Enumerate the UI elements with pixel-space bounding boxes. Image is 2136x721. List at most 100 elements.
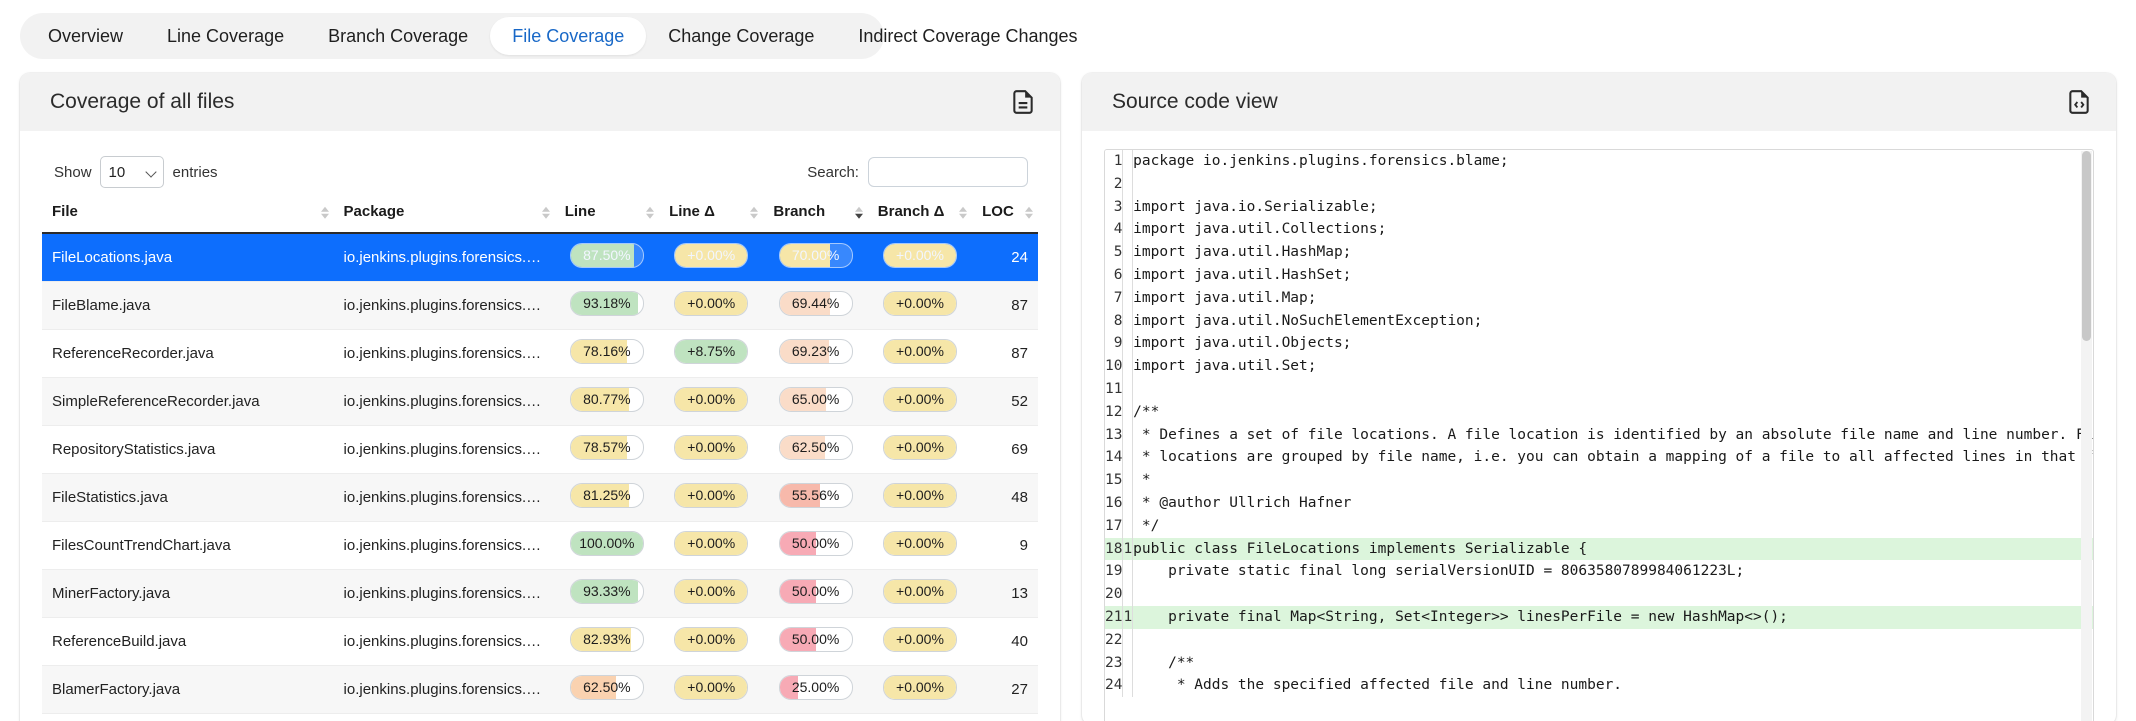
file-text-icon[interactable] (1010, 89, 1036, 115)
page-title: Coverage of all files (50, 90, 235, 113)
code-line-text: private final Map<String, Set<Integer>> … (1132, 605, 2093, 629)
cell-branch-delta: +0.00% (867, 665, 973, 714)
column-header-file[interactable]: File (42, 195, 334, 234)
branch-delta-badge-value: +0.00% (896, 631, 944, 647)
cell-package: io.jenkins.plugins.forensics.miner (333, 473, 555, 522)
code-line: 24 * Adds the specified affected file an… (1104, 674, 2093, 698)
branch-delta-badge: +0.00% (882, 243, 957, 268)
branch-delta-badge: +0.00% (882, 339, 957, 364)
branch-coverage-badge: 65.00% (778, 387, 853, 412)
code-line: 10 import java.util.Set; (1104, 355, 2093, 378)
code-line: 18 1 public class FileLocations implements… (1104, 537, 2093, 561)
code-line-number: 20 (1104, 583, 1124, 606)
line-coverage-badge: 82.93% (569, 627, 644, 652)
code-line-number: 21 (1104, 605, 1124, 629)
file-code-icon[interactable] (2066, 89, 2092, 115)
cell-file: FileLocations.java (42, 233, 334, 282)
coverage-table-card: Coverage of all files Show 10 entries Se… (20, 73, 1060, 721)
code-line-text: import java.util.Set; (1133, 358, 1317, 375)
code-scrollbar[interactable] (2081, 151, 2092, 721)
tab-line-coverage[interactable]: Line Coverage (145, 17, 306, 55)
branch-delta-badge: +0.00% (882, 291, 957, 316)
branch-delta-badge: +0.00% (882, 675, 957, 700)
sort-indicator-icon (541, 206, 551, 219)
cell-package: io.jenkins.plugins.forensics.blame (333, 281, 555, 330)
cell-branch-delta: +0.00% (867, 617, 973, 666)
table-row[interactable]: FileBlame.java io.jenkins.plugins.forensi… (42, 281, 1038, 330)
cell-file: BlamerFactory.java (42, 665, 334, 714)
line-delta-badge: +0.00% (674, 291, 749, 316)
line-coverage-badge-value: 78.16% (583, 343, 631, 359)
cell-line: 78.57% (554, 425, 660, 474)
code-line-hits (1122, 651, 1134, 675)
tab-file-coverage[interactable]: File Coverage (490, 17, 647, 55)
branch-delta-badge: +0.00% (882, 531, 957, 556)
code-line: 4 import java.util.Collections; (1104, 218, 2093, 242)
entries-select[interactable]: 10 (99, 156, 164, 188)
table-row[interactable]: ReferenceRecorder.java io.jenkins.plugins… (42, 329, 1038, 378)
code-line-text (1133, 173, 2093, 196)
code-line-hits (1122, 172, 1134, 196)
code-line-hits (1122, 332, 1134, 356)
table-row[interactable]: RepositoryStatistics.java io.jenkins.plug… (42, 425, 1038, 474)
column-header-branch[interactable]: Branch Δ (867, 195, 973, 234)
tab-branch-coverage[interactable]: Branch Coverage (306, 17, 490, 55)
tab-indirect-coverage-changes[interactable]: Indirect Coverage Changes (836, 17, 1099, 55)
column-header-label: File (52, 203, 78, 220)
cell-branch-delta: +0.00% (867, 233, 973, 282)
tabbar-container: Overview Line Coverage Branch Coverage File… (0, 0, 2136, 59)
code-line-text (1133, 629, 2093, 652)
branch-delta-badge-value: +0.00% (896, 343, 944, 359)
column-header-label: Line (564, 203, 596, 220)
search-input[interactable] (867, 157, 1028, 187)
cell-branch: 62.50% (763, 425, 868, 474)
code-line-hits (1122, 469, 1134, 492)
code-line: 5 import java.util.HashMap; (1104, 241, 2093, 264)
column-header-loc[interactable]: LOC (972, 195, 1038, 234)
source-view-title: Source code view (1111, 90, 1278, 113)
code-line-text: import java.io.Serializable; (1133, 198, 1378, 215)
table-row[interactable]: MinerFactory.java io.jenkins.plugins.fore… (42, 569, 1038, 618)
cell-file: SimpleReferenceRecorder.java (42, 377, 334, 426)
source-view-card: Source code view 1 package io.jenkins.plu… (1081, 73, 2116, 721)
code-line-hits (1122, 241, 1134, 264)
cell-line: 93.33% (554, 569, 660, 618)
cell-file: FileBlame.java (42, 281, 334, 330)
table-row[interactable]: SimpleReferenceRecorder.java io.jenkins.p… (42, 377, 1038, 426)
line-coverage-badge-value: 93.18% (583, 295, 631, 311)
branch-delta-badge: +0.00% (882, 627, 957, 652)
line-coverage-badge-value: 87.50% (583, 247, 631, 263)
code-line-hits (1122, 218, 1134, 242)
column-header-label: LOC (982, 203, 1014, 220)
table-row[interactable]: FileLocations.java io.jenkins.plugins.for… (42, 233, 1038, 282)
code-line: 12 /** (1104, 400, 2093, 424)
table-row[interactable]: BlamerFactory.java io.jenkins.plugins.for… (42, 665, 1038, 714)
coverage-table: File Package Line Line Δ Branch Branch Δ LOC F… (42, 195, 1038, 714)
code-line: 2 (1104, 172, 2093, 196)
tab-overview[interactable]: Overview (26, 17, 145, 55)
code-line-text (1133, 583, 2093, 606)
code-line: 15 * (1104, 469, 2093, 492)
code-line: 3 import java.io.Serializable; (1104, 195, 2093, 219)
table-header-row: File Package Line Line Δ Branch Branch Δ LOC (42, 195, 1038, 234)
column-header-line[interactable]: Line (554, 195, 660, 234)
table-row[interactable]: ReferenceBuild.java io.jenkins.plugins.fo… (42, 617, 1038, 666)
code-line-number: 6 (1104, 263, 1124, 287)
line-delta-badge: +0.00% (674, 483, 749, 508)
cell-package: io.jenkins.plugins.forensics.blame (333, 665, 555, 714)
table-row[interactable]: FileStatistics.java io.jenkins.plugins.fo… (42, 473, 1038, 522)
cell-branch: 69.44% (763, 281, 868, 330)
column-header-branch[interactable]: Branch (763, 195, 868, 234)
table-row[interactable]: FilesCountTrendChart.java io.jenkins.plug… (42, 521, 1038, 570)
code-line-hits (1122, 286, 1134, 310)
cell-line-delta: +0.00% (659, 569, 764, 618)
sort-indicator-icon (749, 206, 759, 219)
cell-branch: 69.23% (763, 329, 868, 378)
tab-change-coverage[interactable]: Change Coverage (646, 17, 836, 55)
branch-coverage-badge: 25.00% (778, 675, 853, 700)
column-header-line[interactable]: Line Δ (659, 195, 764, 234)
code-line-text: import java.util.NoSuchElementException; (1133, 312, 1483, 329)
column-header-package[interactable]: Package (333, 195, 555, 234)
line-delta-badge: +0.00% (674, 579, 749, 604)
code-scrollbar-thumb[interactable] (2082, 151, 2091, 341)
